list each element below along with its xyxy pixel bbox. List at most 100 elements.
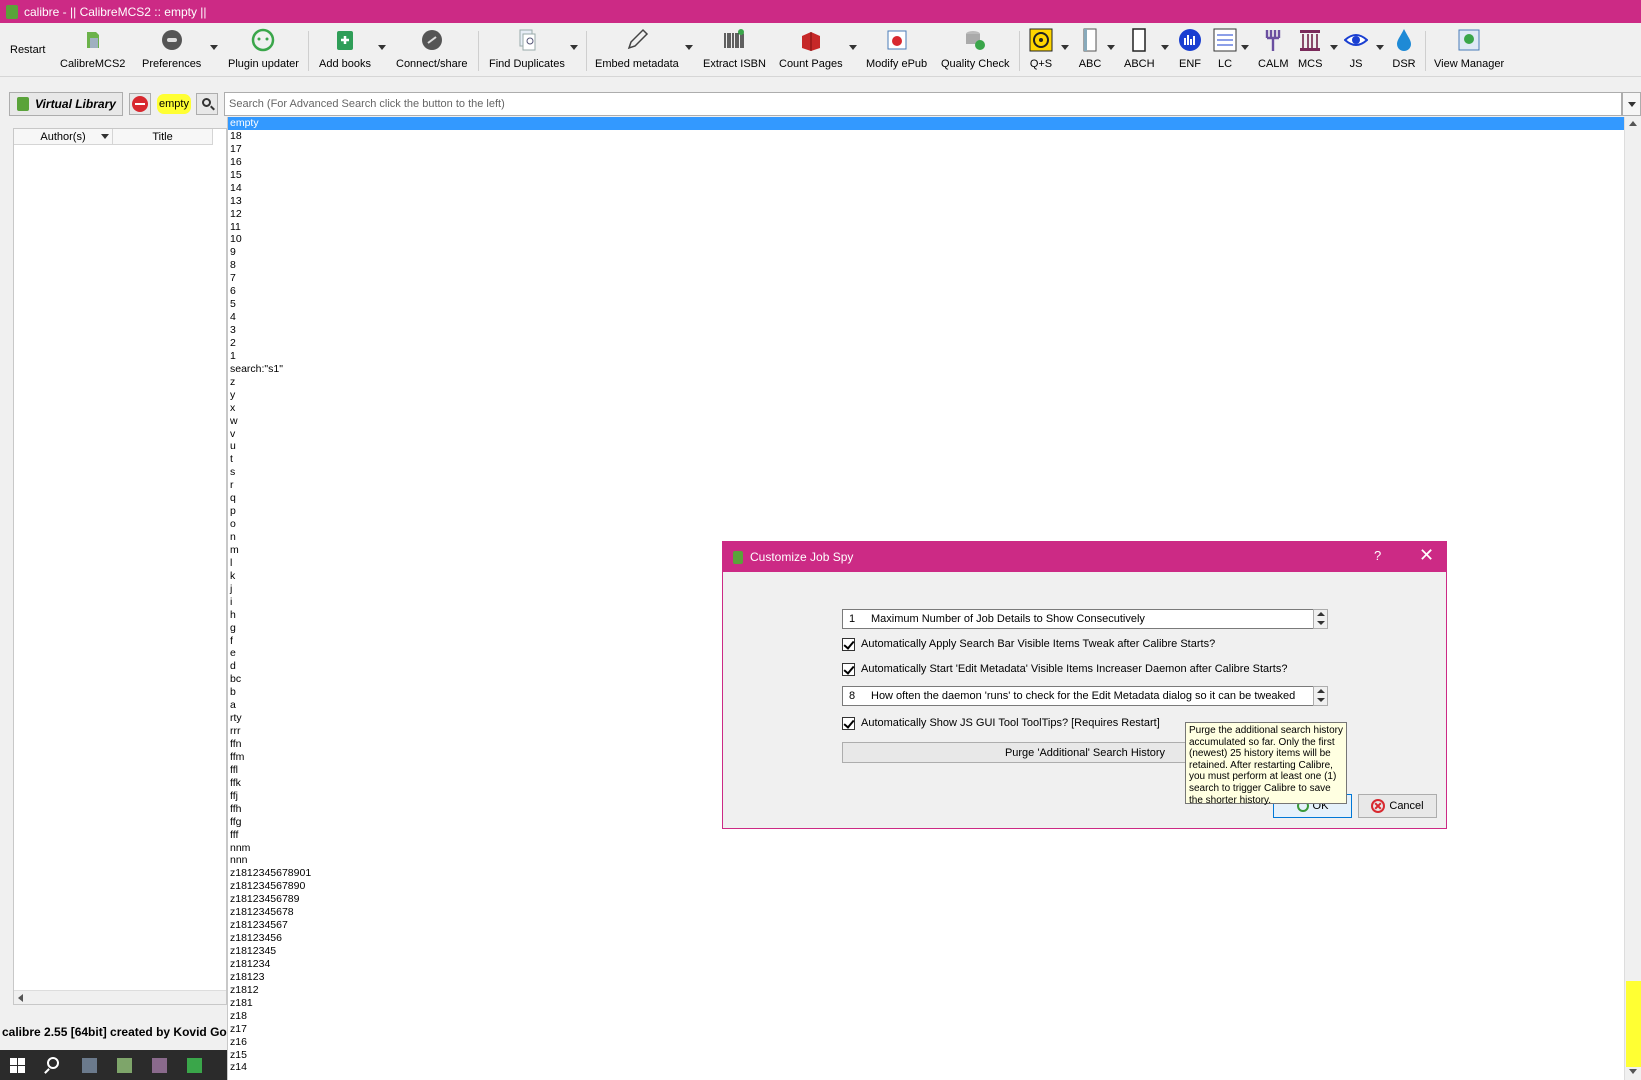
search-history-item[interactable]: v <box>228 428 1624 441</box>
toolbar-calibremcs2[interactable]: CalibreMCS2 <box>60 23 125 77</box>
search-history-item[interactable]: p <box>228 505 1624 518</box>
spin-buttons[interactable] <box>1313 686 1328 706</box>
book-list[interactable]: Author(s) Title <box>13 128 227 1005</box>
search-history-item[interactable]: 3 <box>228 324 1624 337</box>
search-history-item[interactable]: z181234567890 <box>228 880 1624 893</box>
add-books-dropdown-arrow[interactable] <box>378 45 386 50</box>
taskbar-app-icon[interactable] <box>117 1058 132 1073</box>
search-history-item[interactable]: u <box>228 440 1624 453</box>
toolbar-preferences[interactable]: Preferences <box>142 23 201 77</box>
search-history-item[interactable]: 18 <box>228 130 1624 143</box>
search-history-item[interactable]: t <box>228 453 1624 466</box>
clear-restriction-button[interactable] <box>129 93 151 115</box>
search-history-item[interactable]: 17 <box>228 143 1624 156</box>
toolbar-abch[interactable]: ABCH <box>1124 23 1155 77</box>
apply-search-tweak-checkbox[interactable]: Automatically Apply Search Bar Visible I… <box>842 636 1215 652</box>
start-daemon-checkbox[interactable]: Automatically Start 'Edit Metadata' Visi… <box>842 661 1287 677</box>
search-history-item[interactable]: 16 <box>228 156 1624 169</box>
toolbar-connect-share[interactable]: Connect/share <box>396 23 468 77</box>
search-history-item[interactable]: 1 <box>228 350 1624 363</box>
toolbar-q-s[interactable]: Q+S <box>1029 23 1053 77</box>
toolbar-mcs[interactable]: MCS <box>1298 23 1322 77</box>
toolbar-view-manager[interactable]: View Manager <box>1434 23 1504 77</box>
toolbar-plugin-updater[interactable]: Plugin updater <box>228 23 299 77</box>
close-icon[interactable]: ✕ <box>1419 545 1434 566</box>
toolbar-modify-epub[interactable]: Modify ePub <box>866 23 927 77</box>
search-history-item[interactable]: x <box>228 402 1624 415</box>
toolbar-abc[interactable]: ABC <box>1078 23 1102 77</box>
toolbar-find-duplicates[interactable]: Find Duplicates <box>489 23 565 77</box>
cancel-button[interactable]: Cancel <box>1358 794 1437 818</box>
embed-metadata-dropdown-arrow[interactable] <box>685 45 693 50</box>
search-history-item[interactable]: r <box>228 479 1624 492</box>
toolbar-enf[interactable]: ENF <box>1178 23 1202 77</box>
popup-vertical-scrollbar[interactable] <box>1624 117 1641 1080</box>
mcs-dropdown-arrow[interactable] <box>1330 45 1338 50</box>
taskbar-app-icon[interactable] <box>82 1058 97 1073</box>
toolbar-quality-check[interactable]: Quality Check <box>941 23 1009 77</box>
search-history-item[interactable]: 11 <box>228 221 1624 234</box>
search-history-item[interactable]: z181 <box>228 997 1624 1010</box>
search-history-item[interactable]: z1812345678 <box>228 906 1624 919</box>
search-history-item[interactable]: search:"s1" <box>228 363 1624 376</box>
toolbar-calm[interactable]: CALM <box>1258 23 1289 77</box>
toolbar-count-pages[interactable]: Count Pages <box>779 23 843 77</box>
search-history-item[interactable]: z1812 <box>228 984 1624 997</box>
scroll-down-arrow[interactable] <box>1629 1069 1637 1074</box>
search-history-item[interactable]: z18123456 <box>228 932 1624 945</box>
search-history-item[interactable]: y <box>228 389 1624 402</box>
search-history-item[interactable]: nnm <box>228 842 1624 855</box>
checkbox-checked[interactable] <box>842 662 855 676</box>
search-history-item[interactable]: 10 <box>228 233 1624 246</box>
lc-dropdown-arrow[interactable] <box>1241 45 1249 50</box>
column-header-authors[interactable]: Author(s) <box>14 129 113 145</box>
abch-dropdown-arrow[interactable] <box>1161 45 1169 50</box>
search-history-item[interactable]: 13 <box>228 195 1624 208</box>
checkbox-checked[interactable] <box>842 716 855 730</box>
daemon-interval-spinbox[interactable]: 8 How often the daemon 'runs' to check f… <box>842 686 1328 706</box>
scroll-thumb[interactable] <box>1626 981 1641 1067</box>
search-history-item[interactable]: 6 <box>228 285 1624 298</box>
count-pages-dropdown-arrow[interactable] <box>849 45 857 50</box>
horizontal-scrollbar[interactable] <box>14 990 226 1004</box>
search-history-dropdown[interactable] <box>1622 92 1641 116</box>
search-history-item[interactable]: z181234 <box>228 958 1624 971</box>
search-history-item[interactable]: 5 <box>228 298 1624 311</box>
search-input[interactable] <box>224 92 1622 116</box>
max-jobs-spinbox[interactable]: 1 Maximum Number of Job Details to Show … <box>842 609 1328 629</box>
search-history-item[interactable]: 2 <box>228 337 1624 350</box>
search-history-item[interactable]: o <box>228 518 1624 531</box>
abc-dropdown-arrow[interactable] <box>1107 45 1115 50</box>
search-history-item[interactable]: 4 <box>228 311 1624 324</box>
search-history-item[interactable]: z1812345678901 <box>228 867 1624 880</box>
search-history-item[interactable]: s <box>228 466 1624 479</box>
scroll-up-arrow[interactable] <box>1629 121 1637 126</box>
advanced-search-button[interactable] <box>196 93 218 115</box>
search-history-item[interactable]: w <box>228 415 1624 428</box>
search-history-item[interactable]: z15 <box>228 1049 1624 1062</box>
search-history-item[interactable]: z18123 <box>228 971 1624 984</box>
show-tooltips-checkbox[interactable]: Automatically Show JS GUI Tool ToolTips?… <box>842 715 1160 731</box>
search-history-item[interactable]: 15 <box>228 169 1624 182</box>
search-history-item[interactable]: 14 <box>228 182 1624 195</box>
search-history-item[interactable]: 12 <box>228 208 1624 221</box>
search-history-item[interactable]: z <box>228 376 1624 389</box>
toolbar-extract-isbn[interactable]: Extract ISBN <box>703 23 766 77</box>
restart-button[interactable]: Restart <box>10 23 45 77</box>
search-history-item[interactable]: z18123456789 <box>228 893 1624 906</box>
toolbar-lc[interactable]: LC <box>1213 23 1237 77</box>
search-history-item[interactable]: q <box>228 492 1624 505</box>
toolbar-embed-metadata[interactable]: Embed metadata <box>595 23 679 77</box>
search-history-item[interactable]: z17 <box>228 1023 1624 1036</box>
search-history-item[interactable]: z14 <box>228 1061 1624 1074</box>
help-button[interactable]: ? <box>1374 548 1381 563</box>
taskbar-search-icon[interactable] <box>47 1057 59 1069</box>
search-history-item[interactable]: fff <box>228 829 1624 842</box>
preferences-dropdown-arrow[interactable] <box>210 45 218 50</box>
toolbar-js[interactable]: JS <box>1344 23 1368 77</box>
toolbar-dsr[interactable]: DSR <box>1392 23 1416 77</box>
search-history-item[interactable]: nnn <box>228 854 1624 867</box>
checkbox-checked[interactable] <box>842 637 855 651</box>
spin-buttons[interactable] <box>1313 609 1328 629</box>
search-history-item[interactable]: z16 <box>228 1036 1624 1049</box>
